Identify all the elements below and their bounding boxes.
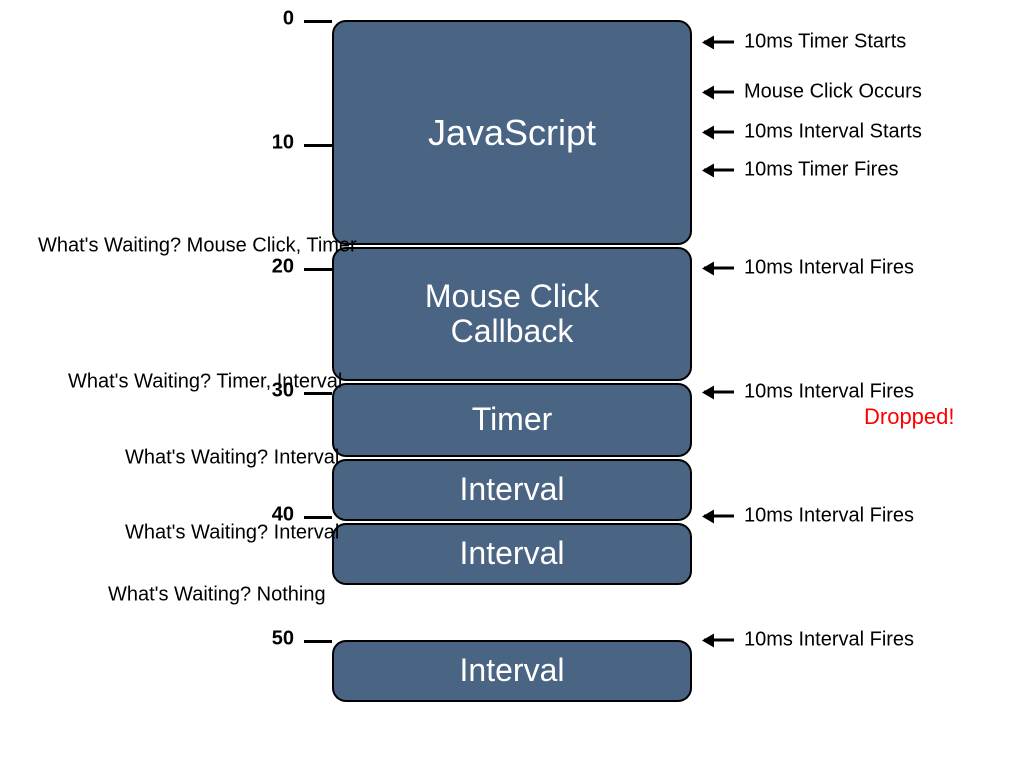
waiting-label: What's Waiting? Nothing [108,584,326,607]
time-tick [304,516,332,519]
arrow-left-icon [704,169,734,172]
waiting-label: What's Waiting? Interval [125,522,339,545]
block-label: Interval [452,468,573,511]
time-tick-label: 10 [272,131,294,154]
event-annotation: Mouse Click Occurs [704,81,922,104]
arrow-left-icon [704,515,734,518]
arrow-left-icon [704,41,734,44]
block-label: Interval [452,532,573,575]
time-tick-label: 0 [283,7,294,30]
block-javascript: JavaScript [332,20,692,245]
arrow-left-icon [704,91,734,94]
event-label: 10ms Interval Starts [744,121,922,144]
event-label: 10ms Interval Fires [744,381,914,404]
time-tick [304,268,332,271]
block-interval-1: Interval [332,459,692,521]
arrow-left-icon [704,639,734,642]
event-label: 10ms Timer Fires [744,159,898,182]
waiting-label: What's Waiting? Mouse Click, Timer [38,235,357,258]
event-label: Mouse Click Occurs [744,81,922,104]
block-label: JavaScript [420,109,604,157]
arrow-left-icon [704,391,734,394]
event-annotation: 10ms Interval Fires [704,257,914,280]
block-label: Interval [452,649,573,692]
arrow-left-icon [704,267,734,270]
event-annotation: 10ms Interval Fires [704,629,914,652]
event-annotation: 10ms Timer Starts [704,31,906,54]
block-timer: Timer [332,383,692,457]
time-tick [304,144,332,147]
event-annotation: 10ms Interval Starts [704,121,922,144]
event-label: 10ms Interval Fires [744,629,914,652]
block-interval-3: Interval [332,640,692,702]
arrow-left-icon [704,131,734,134]
time-tick [304,20,332,23]
event-annotation: 10ms Interval Fires [704,505,914,528]
event-label: 10ms Timer Starts [744,31,906,54]
event-annotation: 10ms Interval Fires [704,381,914,404]
timeline-diagram: JavaScript Mouse ClickCallback Timer Int… [0,0,1024,768]
event-annotation: 10ms Timer Fires [704,159,898,182]
time-tick [304,640,332,643]
block-mouse-click-callback: Mouse ClickCallback [332,247,692,381]
dropped-label: Dropped! [864,404,955,430]
event-label: 10ms Interval Fires [744,257,914,280]
time-tick-label: 50 [272,627,294,650]
block-interval-2: Interval [332,523,692,585]
waiting-label: What's Waiting? Timer, Interval [68,371,342,394]
event-label: 10ms Interval Fires [744,505,914,528]
block-label: Mouse ClickCallback [417,275,607,353]
time-tick-label: 20 [272,255,294,278]
waiting-label: What's Waiting? Interval [125,447,339,470]
block-label: Timer [464,398,561,441]
